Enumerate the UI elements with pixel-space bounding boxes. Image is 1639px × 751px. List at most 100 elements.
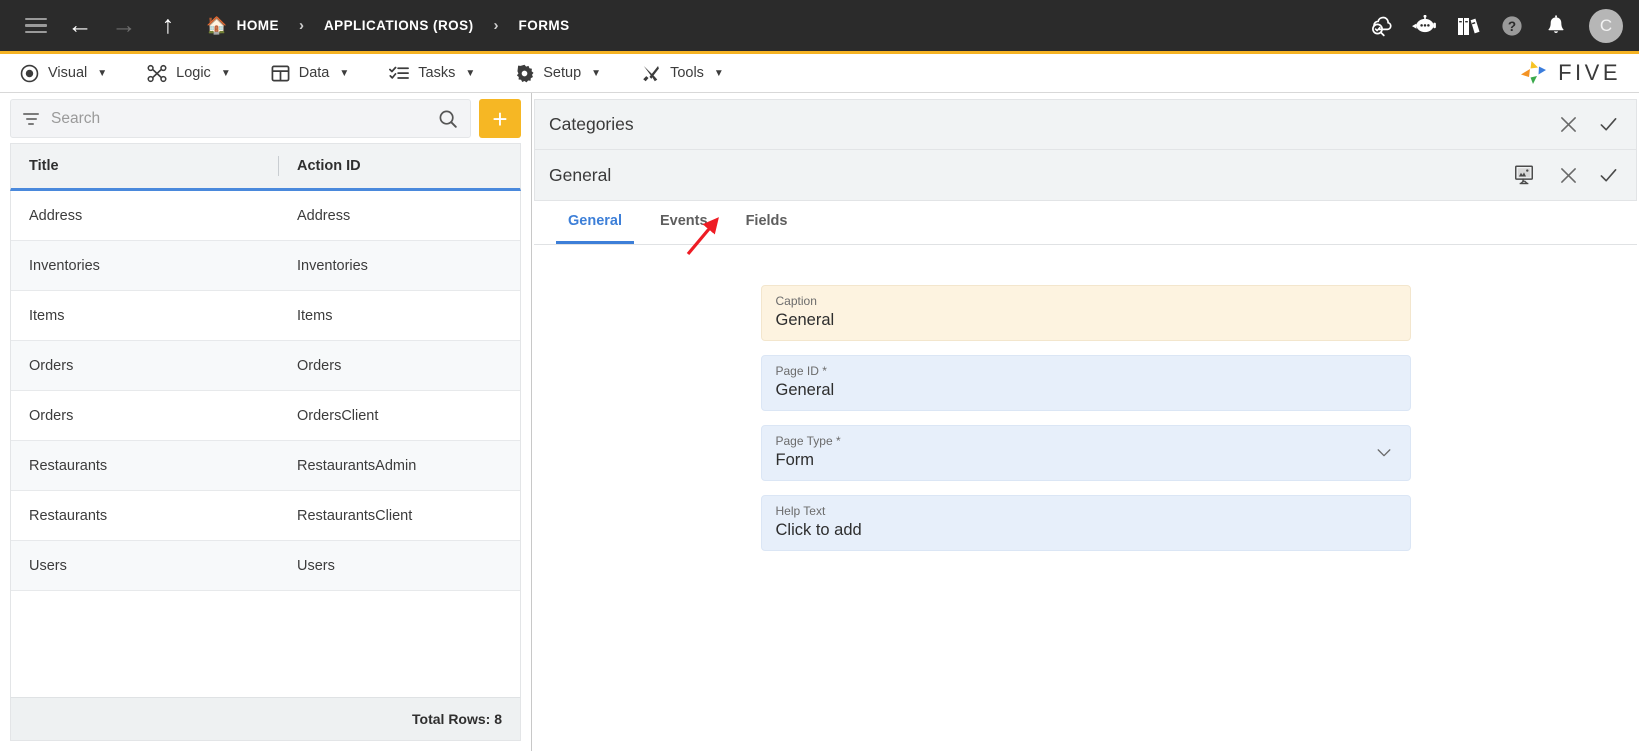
menu-item-logic[interactable]: Logic ▼ [137,60,247,87]
categories-close-button[interactable] [1548,105,1588,145]
field-label: Caption [776,294,1394,308]
breadcrumb-label: APPLICATIONS (ROS) [323,18,474,33]
cloud-check-button[interactable] [1359,6,1401,46]
field-page-type[interactable]: Page Type * Form [760,425,1411,481]
chevron-down-icon: ▼ [220,67,231,79]
cell-title: Orders [29,357,74,374]
table-row[interactable]: Restaurants RestaurantsClient [11,491,520,541]
menu-item-tools[interactable]: Tools ▼ [631,60,740,87]
chevron-down-icon: ▼ [97,67,108,79]
five-brand-logo: FIVE [1517,58,1639,88]
chevron-down-icon: ▼ [339,67,350,79]
table-row[interactable]: Users Users [11,541,520,591]
tab-fields[interactable]: Fields [734,213,800,244]
menu-label: Logic [176,65,211,81]
user-avatar[interactable]: C [1589,8,1623,43]
search-box[interactable] [10,99,471,138]
search-icon[interactable] [438,109,458,129]
menu-item-setup[interactable]: Setup ▼ [505,60,617,87]
chevron-down-icon[interactable] [1376,445,1392,461]
menu-label: Tools [670,65,704,81]
right-detail-panel: Categories General General Events Fields… [532,93,1639,751]
page-title: Categories [549,114,634,134]
chevron-down-icon: ▼ [713,67,724,79]
menu-label: Data [298,65,330,81]
field-label-text: Page Type [775,434,833,448]
cell-title: Address [29,207,83,224]
field-label-text: Help Text [775,504,826,518]
menu-item-tasks[interactable]: Tasks ▼ [379,60,491,87]
notifications-button[interactable] [1535,6,1577,46]
close-icon [1560,167,1576,183]
column-header-action-id[interactable]: Action ID [279,144,520,188]
check-icon [1600,117,1616,131]
breadcrumb-separator-icon: › [493,17,499,34]
left-panel-bottom-padding [10,741,521,751]
breadcrumb-item-applications[interactable]: APPLICATIONS (ROS) [320,14,478,37]
cell-action-id: OrdersClient [297,407,379,424]
filter-icon[interactable] [23,112,39,125]
field-value: Click to add [775,521,862,539]
cell-action-id: Orders [297,357,342,374]
menu-label: Visual [48,65,88,81]
close-icon [1560,117,1576,132]
forward-button[interactable]: → [102,6,146,46]
table-row[interactable]: Orders OrdersClient [11,391,520,441]
hamburger-menu-button[interactable] [14,6,58,46]
chevron-down-icon: ▼ [591,67,602,79]
menu-item-visual[interactable]: Visual ▼ [10,60,123,87]
table-row[interactable]: Restaurants RestaurantsAdmin [11,441,520,491]
breadcrumb-item-forms[interactable]: FORMS [515,14,574,37]
record-title: General [549,164,612,185]
categories-panel-header: Categories [534,99,1637,150]
chevron-down-icon: ▼ [465,67,476,79]
grid-footer: Total Rows: 8 [10,697,521,741]
detail-tabs: General Events Fields [534,201,1637,245]
up-button[interactable]: ↑ [146,6,190,46]
grid-header-row: Title Action ID [10,143,521,191]
table-row[interactable]: Inventories Inventories [11,241,520,291]
field-page-id[interactable]: Page ID * General [760,355,1411,411]
bell-icon [1548,14,1564,33]
back-button[interactable]: ← [58,6,102,46]
breadcrumb-separator-icon: › [298,17,304,34]
tab-general[interactable]: General [556,213,634,244]
general-confirm-button[interactable] [1588,155,1628,195]
library-button[interactable] [1447,6,1489,46]
general-close-button[interactable] [1548,155,1588,195]
required-marker: * [836,434,841,448]
general-form: Caption General Page ID * General Page T… [532,245,1639,751]
grid-body[interactable]: Address Address Inventories Inventories … [10,191,521,697]
breadcrumb: 🏠 HOME › APPLICATIONS (ROS) › FORMS [202,13,574,38]
general-panel-header: General [534,150,1637,201]
eye-icon [20,64,39,82]
search-input[interactable] [51,109,426,128]
home-icon: 🏠 [206,16,228,35]
field-help-text[interactable]: Help Text Click to add [760,495,1411,551]
table-row[interactable]: Orders Orders [11,341,520,391]
field-label: Page Type * [776,434,1394,448]
menu-label: Setup [543,65,582,81]
categories-confirm-button[interactable] [1588,105,1628,145]
field-caption[interactable]: Caption General [760,285,1411,341]
add-record-button[interactable]: + [479,99,521,138]
preview-button[interactable] [1504,155,1544,195]
column-header-title[interactable]: Title [11,144,279,188]
breadcrumb-label: HOME [236,18,279,33]
field-value: Form [775,451,815,469]
breadcrumb-item-home[interactable]: 🏠 HOME [202,13,283,38]
tab-events[interactable]: Events [648,213,720,244]
table-row[interactable]: Address Address [11,191,520,241]
cell-title: Inventories [29,257,100,274]
field-value: General [775,381,835,399]
records-grid: Title Action ID Address Address Inventor… [0,143,531,751]
chatbot-button[interactable] [1403,6,1445,46]
menu-item-data[interactable]: Data ▼ [261,60,366,87]
cell-title: Restaurants [29,507,108,524]
table-row[interactable]: Items Items [11,291,520,341]
arrow-left-icon: ← [67,11,93,39]
help-button[interactable]: ? [1491,6,1533,46]
task-list-icon [389,66,410,79]
topbar-actions: ? C [1359,6,1623,46]
cell-action-id: Address [297,207,351,224]
